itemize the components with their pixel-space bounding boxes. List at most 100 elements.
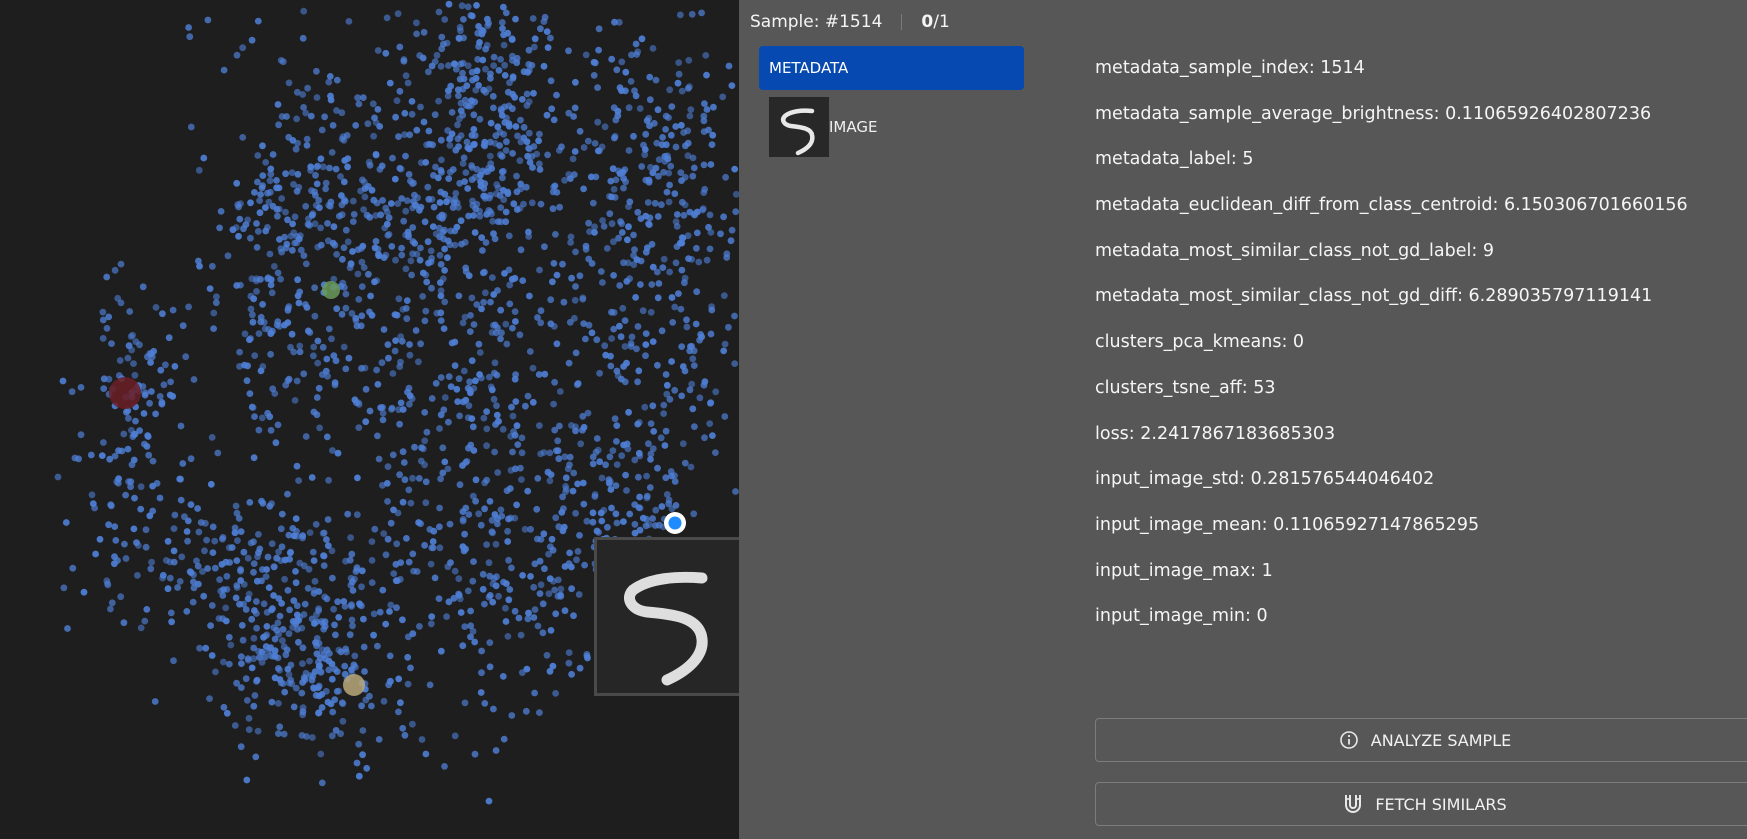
data-point[interactable] bbox=[296, 288, 304, 296]
data-point[interactable] bbox=[544, 151, 551, 159]
data-point[interactable] bbox=[386, 79, 394, 87]
data-point[interactable] bbox=[586, 228, 593, 236]
data-point[interactable] bbox=[203, 536, 211, 544]
data-point[interactable] bbox=[462, 545, 469, 553]
data-point[interactable] bbox=[315, 658, 322, 666]
data-point[interactable] bbox=[543, 111, 551, 119]
data-point[interactable] bbox=[527, 573, 534, 580]
data-point[interactable] bbox=[342, 226, 350, 234]
data-point[interactable] bbox=[187, 455, 195, 463]
data-point[interactable] bbox=[437, 287, 445, 295]
data-point[interactable] bbox=[678, 266, 686, 274]
data-point[interactable] bbox=[574, 480, 581, 488]
data-point[interactable] bbox=[560, 523, 568, 531]
data-point[interactable] bbox=[456, 75, 464, 83]
data-point[interactable] bbox=[431, 574, 439, 582]
data-point[interactable] bbox=[690, 510, 698, 518]
data-point[interactable] bbox=[162, 557, 170, 564]
data-point[interactable] bbox=[631, 246, 638, 254]
selected-point[interactable] bbox=[668, 516, 682, 530]
data-point[interactable] bbox=[568, 670, 575, 678]
data-point[interactable] bbox=[177, 496, 185, 504]
data-point[interactable] bbox=[615, 18, 623, 26]
data-point[interactable] bbox=[339, 255, 346, 263]
data-point[interactable] bbox=[566, 461, 573, 469]
data-point[interactable] bbox=[371, 525, 379, 533]
data-point[interactable] bbox=[434, 174, 442, 182]
data-point[interactable] bbox=[553, 189, 561, 196]
data-point[interactable] bbox=[502, 208, 510, 216]
data-point[interactable] bbox=[468, 294, 476, 302]
data-point[interactable] bbox=[691, 423, 698, 430]
data-point[interactable] bbox=[227, 641, 235, 649]
data-point[interactable] bbox=[502, 320, 510, 328]
data-point[interactable] bbox=[330, 223, 338, 231]
data-point[interactable] bbox=[340, 343, 348, 351]
data-point[interactable] bbox=[642, 341, 650, 348]
data-point[interactable] bbox=[244, 554, 252, 562]
data-point[interactable] bbox=[637, 215, 645, 223]
data-point[interactable] bbox=[322, 185, 329, 193]
data-point[interactable] bbox=[98, 452, 106, 459]
data-point[interactable] bbox=[324, 220, 331, 227]
data-point[interactable] bbox=[354, 474, 361, 482]
data-point[interactable] bbox=[355, 100, 363, 108]
data-point[interactable] bbox=[324, 698, 332, 706]
data-point[interactable] bbox=[681, 279, 688, 287]
data-point[interactable] bbox=[661, 158, 669, 165]
data-point[interactable] bbox=[470, 558, 477, 565]
data-point[interactable] bbox=[246, 390, 254, 397]
data-point[interactable] bbox=[667, 468, 675, 475]
data-point[interactable] bbox=[105, 521, 112, 529]
data-point[interactable] bbox=[383, 480, 391, 487]
data-point[interactable] bbox=[296, 342, 304, 350]
data-point[interactable] bbox=[437, 261, 445, 268]
data-point[interactable] bbox=[501, 270, 508, 277]
data-point[interactable] bbox=[332, 727, 340, 734]
data-point[interactable] bbox=[143, 606, 151, 613]
data-point[interactable] bbox=[260, 600, 268, 608]
data-point[interactable] bbox=[256, 197, 263, 205]
data-point[interactable] bbox=[174, 584, 182, 591]
data-point[interactable] bbox=[276, 236, 283, 243]
data-point[interactable] bbox=[247, 305, 255, 313]
data-point[interactable] bbox=[547, 77, 555, 85]
data-point[interactable] bbox=[240, 548, 248, 556]
data-point[interactable] bbox=[623, 359, 630, 367]
data-point[interactable] bbox=[476, 115, 484, 123]
data-point[interactable] bbox=[595, 46, 602, 54]
data-point[interactable] bbox=[689, 154, 697, 162]
data-point[interactable] bbox=[206, 285, 214, 292]
data-point[interactable] bbox=[509, 448, 516, 456]
data-point[interactable] bbox=[332, 165, 340, 173]
data-point[interactable] bbox=[249, 311, 256, 319]
data-point[interactable] bbox=[137, 483, 145, 491]
data-point[interactable] bbox=[490, 291, 498, 298]
data-point[interactable] bbox=[487, 383, 495, 391]
data-point[interactable] bbox=[236, 363, 243, 370]
data-point[interactable] bbox=[700, 128, 708, 136]
data-point[interactable] bbox=[237, 743, 245, 751]
data-point[interactable] bbox=[537, 581, 545, 589]
data-point[interactable] bbox=[455, 575, 463, 583]
data-point[interactable] bbox=[624, 236, 631, 244]
data-point[interactable] bbox=[445, 0, 453, 8]
data-point[interactable] bbox=[678, 121, 685, 129]
data-point[interactable] bbox=[722, 173, 729, 181]
data-point[interactable] bbox=[438, 156, 445, 164]
data-point[interactable] bbox=[693, 288, 701, 296]
data-point[interactable] bbox=[644, 199, 652, 206]
data-point[interactable] bbox=[485, 797, 493, 805]
data-point[interactable] bbox=[419, 445, 427, 453]
data-point[interactable] bbox=[236, 348, 244, 356]
data-point[interactable] bbox=[171, 363, 179, 370]
data-point[interactable] bbox=[259, 566, 266, 573]
data-point[interactable] bbox=[390, 506, 397, 514]
data-point[interactable] bbox=[482, 45, 489, 53]
data-point[interactable] bbox=[479, 269, 487, 277]
data-point[interactable] bbox=[127, 478, 135, 486]
data-point[interactable] bbox=[320, 562, 328, 569]
data-point[interactable] bbox=[540, 62, 548, 70]
data-point[interactable] bbox=[332, 631, 339, 639]
data-point[interactable] bbox=[251, 607, 258, 614]
